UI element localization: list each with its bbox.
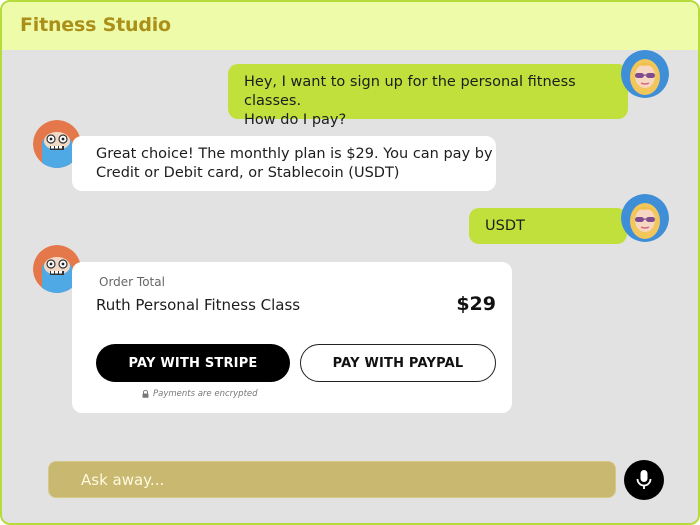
user-avatar-icon	[621, 194, 669, 242]
order-total-label: Order Total	[99, 275, 165, 289]
product-name: Ruth Personal Fitness Class	[96, 296, 301, 314]
user-message: USDT	[469, 208, 627, 244]
lock-icon	[142, 390, 149, 398]
message-text: USDT	[485, 218, 525, 234]
secure-note-text: Payments are encrypted	[153, 389, 258, 399]
app-title: Fitness Studio	[20, 14, 171, 36]
user-avatar-icon	[621, 50, 669, 98]
pay-with-stripe-button[interactable]: PAY WITH STRIPE	[96, 344, 290, 382]
chat-input-placeholder: Ask away...	[81, 471, 165, 489]
chat-input[interactable]: Ask away...	[48, 461, 616, 498]
message-text: Hey, I want to sign up for the personal …	[244, 74, 576, 128]
chat-window: Fitness Studio Hey, I want to sign up fo…	[0, 0, 700, 525]
pay-with-paypal-button[interactable]: PAY WITH PAYPAL	[300, 344, 496, 382]
user-avatar	[621, 194, 669, 242]
assistant-message: Great choice! The monthly plan is $29. Y…	[72, 136, 496, 191]
message-text: Great choice! The monthly plan is $29. Y…	[96, 146, 493, 181]
payment-card: Order Total Ruth Personal Fitness Class …	[72, 262, 512, 413]
mic-button[interactable]	[624, 460, 664, 500]
user-message: Hey, I want to sign up for the personal …	[228, 64, 628, 128]
mic-icon	[636, 470, 652, 489]
header: Fitness Studio	[2, 2, 698, 50]
price: $29	[456, 293, 496, 315]
user-avatar	[621, 50, 669, 98]
secure-note: Payments are encrypted	[142, 389, 258, 399]
